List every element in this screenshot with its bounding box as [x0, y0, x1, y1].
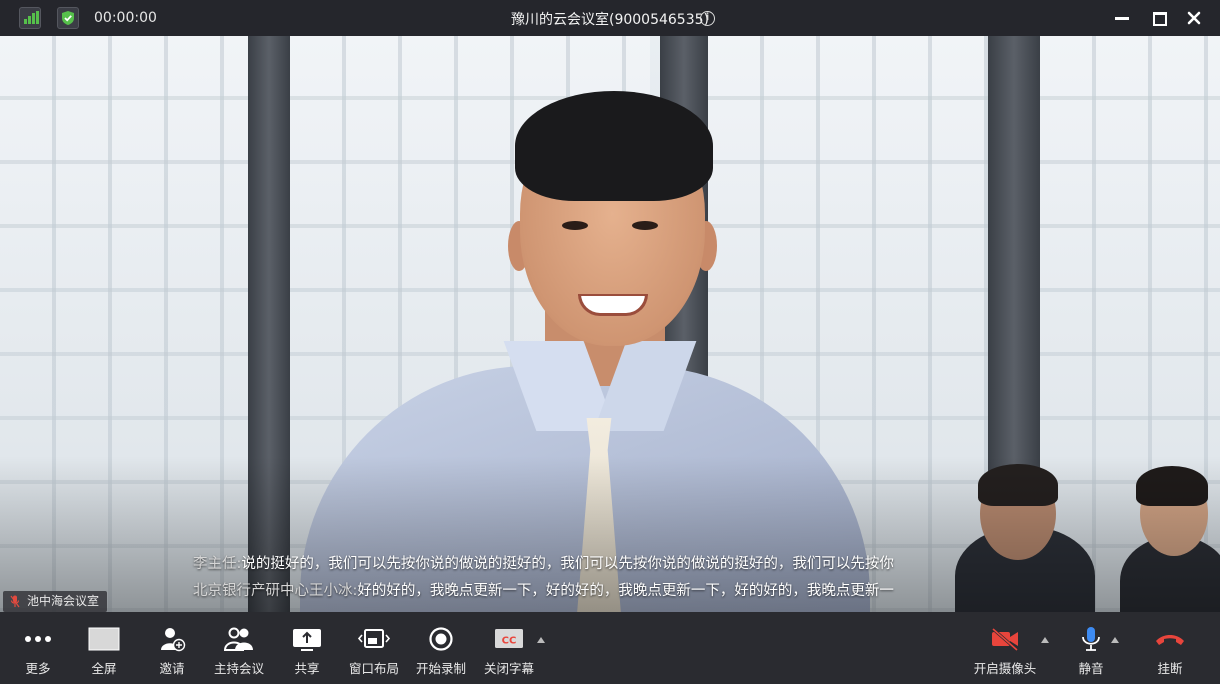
invite-user-icon [161, 628, 186, 652]
subtitle-speaker: 李主任: [193, 556, 242, 572]
start-recording-button[interactable]: 开始录制 [410, 612, 472, 684]
host-meeting-button[interactable]: 主持会议 [206, 612, 272, 684]
speaker-hair [515, 91, 713, 201]
captions-options-caret[interactable] [537, 637, 545, 643]
subtitle-line: 北京银行产研中心王小冰:好的好的，我晚点更新一下，好的好的，我晚点更新一下，好的… [193, 579, 894, 600]
maximize-button[interactable] [1147, 6, 1171, 30]
invite-button[interactable]: 邀请 [144, 612, 200, 684]
participant-name-tag: 池中海会议室 [3, 591, 108, 612]
invite-label: 邀请 [159, 661, 185, 676]
subtitle-text: 说的挺好的，我们可以先按你说的做说的挺好的，我们可以先按你说的做说的挺好的，我们… [241, 556, 894, 572]
hang-up-label: 挂断 [1157, 661, 1183, 676]
more-button[interactable]: 更多 [10, 612, 66, 684]
subtitle-line: 李主任:说的挺好的，我们可以先按你说的做说的挺好的，我们可以先按你说的做说的挺好… [193, 552, 894, 573]
record-icon [429, 627, 453, 651]
microphone-icon [1082, 627, 1100, 651]
title-bar: 00:00:00 豫川的云会议室(9000546535) i [0, 0, 1220, 36]
mute-label: 静音 [1078, 661, 1104, 676]
hang-up-icon [1156, 635, 1184, 645]
info-icon[interactable]: i [700, 11, 715, 26]
minimize-button[interactable] [1110, 6, 1134, 30]
room-name: 池中海会议室 [27, 594, 100, 608]
svg-text:CC: CC [502, 636, 517, 647]
main-video[interactable]: 李主任:说的挺好的，我们可以先按你说的做说的挺好的，我们可以先按你说的做说的挺好… [0, 36, 1220, 612]
window-layout-label: 窗口布局 [348, 661, 399, 676]
more-label: 更多 [25, 661, 51, 676]
share-screen-icon [293, 629, 321, 651]
share-button[interactable]: 共享 [279, 612, 335, 684]
share-label: 共享 [294, 661, 320, 676]
hang-up-button[interactable]: 挂断 [1142, 612, 1198, 684]
fullscreen-button[interactable]: 全屏 [76, 612, 132, 684]
audio-options-caret[interactable] [1111, 637, 1119, 643]
close-button[interactable] [1182, 6, 1206, 30]
start-camera-label: 开启摄像头 [973, 661, 1037, 676]
close-icon [1187, 11, 1201, 25]
subtitle-speaker: 北京银行产研中心王小冰: [193, 583, 358, 599]
more-dots-icon [25, 636, 51, 642]
speaker-smile [578, 294, 648, 316]
close-captions-button[interactable]: CC 关闭字幕 [478, 612, 540, 684]
camera-options-caret[interactable] [1041, 637, 1049, 643]
close-captions-label: 关闭字幕 [483, 661, 534, 676]
meeting-title: 豫川的云会议室(9000546535) [511, 12, 709, 28]
host-meeting-label: 主持会议 [213, 661, 264, 676]
cc-icon: CC [495, 629, 523, 648]
window-layout-button[interactable]: 窗口布局 [342, 612, 406, 684]
subtitle-text: 好的好的，我晚点更新一下，好的好的，我晚点更新一下，好的好的，我晚点更新一 [357, 583, 894, 599]
host-meeting-icon [223, 627, 253, 651]
start-recording-label: 开始录制 [415, 661, 466, 676]
control-toolbar: 更多 全屏 邀请 主持会议 共享 窗口布局 开始录制 CC 关闭字幕 开启摄像头… [0, 612, 1220, 684]
start-camera-button[interactable]: 开启摄像头 [968, 612, 1042, 684]
camera-off-icon [992, 627, 1018, 652]
fullscreen-icon [88, 627, 120, 651]
fullscreen-label: 全屏 [91, 661, 117, 676]
window-layout-icon [357, 629, 391, 648]
mute-button[interactable]: 静音 [1062, 612, 1120, 684]
mic-muted-icon [10, 595, 20, 608]
